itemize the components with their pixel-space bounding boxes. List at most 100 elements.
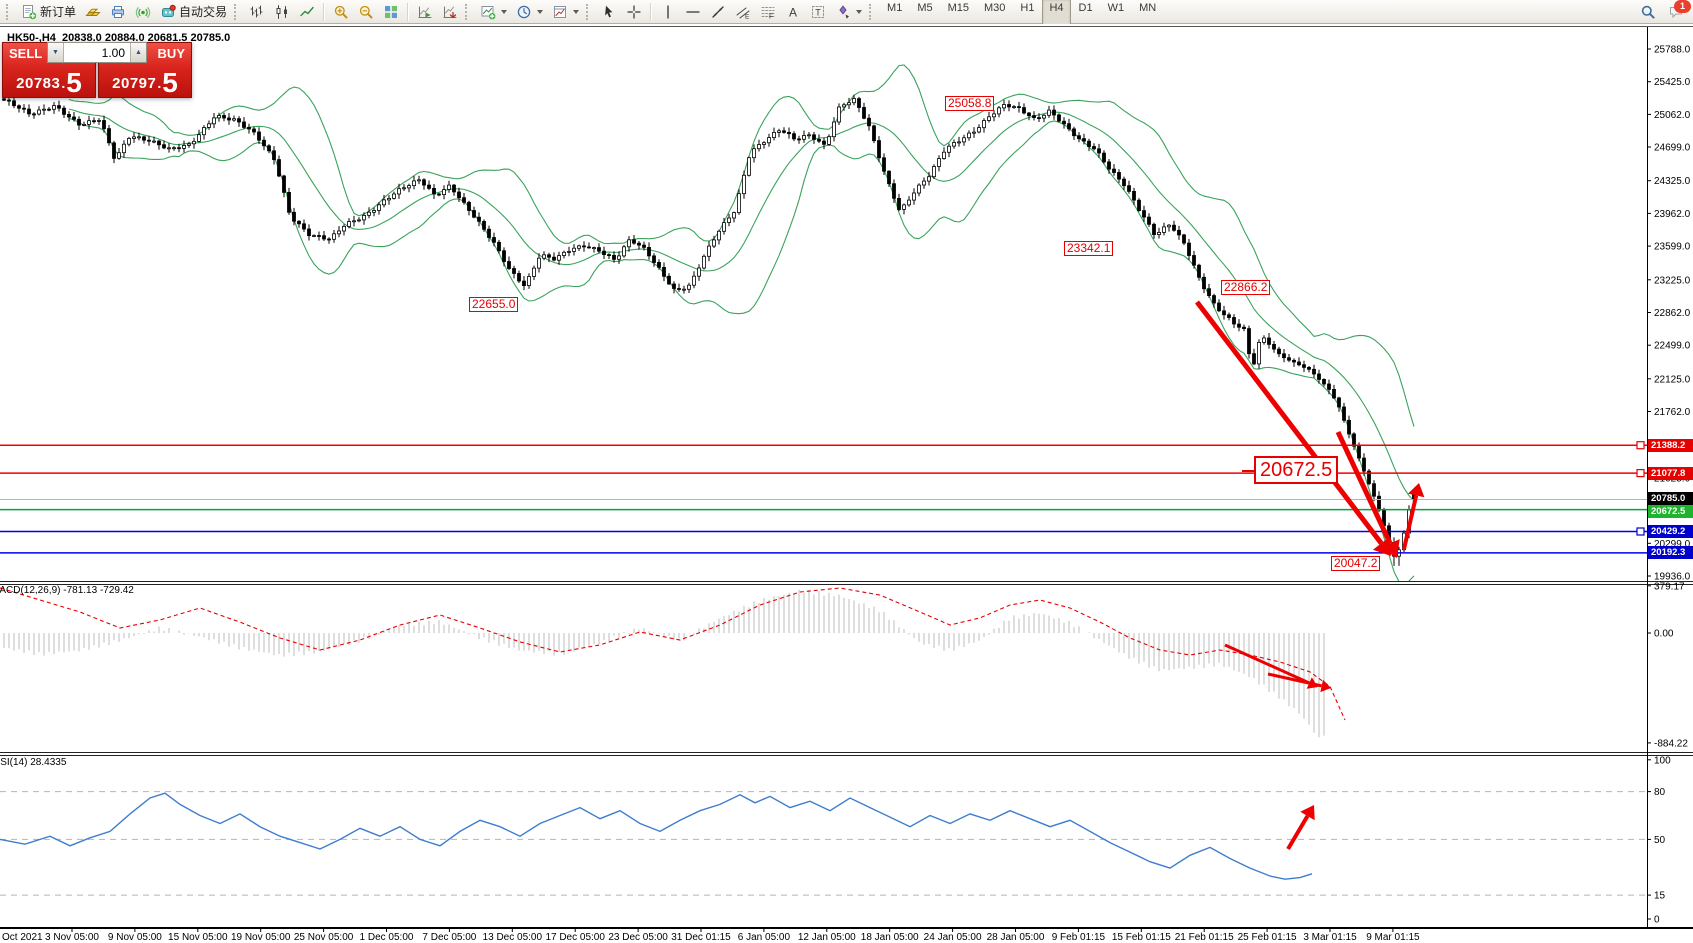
toolbar-grip (6, 4, 12, 20)
sell-price: 20783.5 (3, 63, 95, 97)
vline-icon (660, 4, 676, 20)
new-chart-icon (480, 4, 496, 20)
cursor-icon (601, 4, 617, 20)
notification-badge: 1 (1674, 0, 1691, 13)
new-order-icon (21, 4, 37, 20)
tile-icon (383, 4, 399, 20)
tf-button-M30[interactable]: M30 (977, 0, 1012, 26)
hline-icon (685, 4, 701, 20)
main-toolbar: 新订单 自动交易 E F A T M1M5M15M30H1H4D1W1MN 1 (0, 0, 1693, 24)
publisher-button[interactable] (106, 0, 130, 25)
autotrading-button-label: 自动交易 (179, 3, 227, 20)
sell-price-frac: 5 (66, 71, 82, 95)
gold-bars-button[interactable] (81, 0, 105, 25)
candles-icon (274, 4, 290, 20)
toolbar-separator (407, 3, 409, 21)
buy-price-dot: . (157, 75, 161, 91)
chevron-down-icon (501, 10, 507, 14)
zoom-out-button[interactable] (354, 0, 378, 25)
vertical-line-button[interactable] (656, 0, 680, 25)
arrows-button[interactable] (831, 0, 866, 25)
price-label-box: 20429.2 (1648, 525, 1693, 538)
candlestick-button[interactable] (270, 0, 294, 25)
search-button[interactable] (1640, 4, 1656, 20)
annotation-label[interactable]: 23342.1 (1064, 241, 1113, 256)
line-chart-button[interactable] (295, 0, 319, 25)
chevron-down-icon (573, 10, 579, 14)
bars-icon (249, 4, 265, 20)
new-order-button[interactable]: 新订单 (17, 0, 80, 25)
horizontal-line-button[interactable] (681, 0, 705, 25)
text-label-button[interactable]: T (806, 0, 830, 25)
channel-button[interactable]: E (731, 0, 755, 25)
price-label-box: 21077.8 (1648, 467, 1693, 480)
annotation-label[interactable]: 25058.8 (945, 96, 994, 111)
shapes-icon (835, 4, 851, 20)
svg-text:T: T (815, 7, 821, 17)
zoom-in-icon (333, 4, 349, 20)
trendline-button[interactable] (706, 0, 730, 25)
bar-chart-button[interactable] (245, 0, 269, 25)
buy-price-frac: 5 (162, 71, 178, 95)
text-button[interactable]: A (781, 0, 805, 25)
volume-increase-button[interactable]: ▲ (131, 43, 146, 62)
zoom-out-icon (358, 4, 374, 20)
tf-button-W1[interactable]: W1 (1101, 0, 1132, 26)
toolbar-separator (323, 3, 325, 21)
search-icon (1640, 4, 1656, 20)
crosshair-button[interactable] (622, 0, 646, 25)
line-icon (299, 4, 315, 20)
tf-button-MN[interactable]: MN (1132, 0, 1163, 26)
volume-stepper: ▼ ▲ (47, 42, 147, 63)
annotation-label[interactable]: 20672.5 (1254, 456, 1338, 484)
price-label-box: 20785.0 (1648, 492, 1693, 505)
chart-shift-button[interactable] (438, 0, 462, 25)
toolbar-grip (465, 4, 471, 20)
notifications-button[interactable]: 1 (1668, 4, 1684, 20)
cursor-button[interactable] (597, 0, 621, 25)
price-label-box: 20192.3 (1648, 546, 1693, 559)
price-label-box: 20672.5 (1648, 505, 1693, 518)
crosshair-icon (626, 4, 642, 20)
tile-windows-button[interactable] (379, 0, 403, 25)
annotation-label[interactable]: 20047.2 (1331, 556, 1380, 571)
svg-text:F: F (769, 13, 773, 20)
clock-icon (516, 4, 532, 20)
chevron-down-icon (537, 10, 543, 14)
autoscroll-button[interactable] (413, 0, 437, 25)
chevron-down-icon (856, 10, 862, 14)
toolbar-grip (234, 4, 240, 20)
gold-icon (85, 4, 101, 20)
sell-price-int: 20783 (16, 76, 60, 91)
toolbar-separator (650, 3, 652, 21)
svg-text:A: A (789, 5, 797, 19)
periods-button[interactable] (512, 0, 547, 25)
chart-area[interactable]: 25788.025425.025062.024699.024325.023962… (0, 24, 1693, 943)
annotation-label[interactable]: 22655.0 (469, 297, 518, 312)
tf-button-H1[interactable]: H1 (1013, 0, 1041, 26)
autoscroll-icon (417, 4, 433, 20)
new-chart-button[interactable] (476, 0, 511, 25)
tf-button-D1[interactable]: D1 (1072, 0, 1100, 26)
zoom-in-button[interactable] (329, 0, 353, 25)
autotrade-icon (160, 4, 176, 20)
tf-button-M5[interactable]: M5 (910, 0, 939, 26)
template-icon (552, 4, 568, 20)
volume-input[interactable] (63, 43, 131, 62)
signals-icon (135, 4, 151, 20)
toolbar-grip (869, 4, 875, 20)
tf-button-M15[interactable]: M15 (941, 0, 976, 26)
fibonacci-button[interactable]: F (756, 0, 780, 25)
tf-button-H4[interactable]: H4 (1042, 0, 1070, 26)
volume-decrease-button[interactable]: ▼ (48, 43, 63, 62)
templates-button[interactable] (548, 0, 583, 25)
toolbar-grip (586, 4, 592, 20)
sell-price-dot: . (61, 75, 65, 91)
tline-icon (710, 4, 726, 20)
autotrading-button[interactable]: 自动交易 (156, 0, 231, 25)
tf-button-M1[interactable]: M1 (880, 0, 909, 26)
annotation-label[interactable]: 22866.2 (1221, 280, 1270, 295)
buy-price-int: 20797 (112, 76, 156, 91)
buy-price: 20797.5 (99, 63, 191, 97)
signals-button[interactable] (131, 0, 155, 25)
